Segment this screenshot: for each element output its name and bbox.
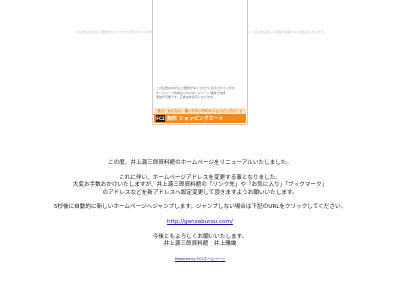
ad-text: この広告は90日以上更新がないブログに表示されています。 ホームページ作成ならF… bbox=[156, 86, 248, 100]
fc2-logo-icon: FC2 bbox=[156, 115, 165, 122]
main-content: この度、井上源三郎資料館のホームページをリニューアルいたしました。 これに伴い、… bbox=[0, 160, 400, 263]
request-text-cont: のアドレスなどを新アドレスへ設定変更して頂きますようお願いいたします。 bbox=[102, 189, 298, 196]
signature: 井上源三郎資料館 井上雅雄 bbox=[163, 241, 237, 248]
page: この広告は90日以上更新がないブログに表示されています。ホームページ作成ならFC… bbox=[0, 0, 400, 300]
powered-by-link[interactable]: Powered by FC2ホームページ bbox=[175, 256, 225, 264]
ad-banner-title: 無料 ショッピングカート bbox=[167, 116, 224, 122]
ad-text-line: この広告は90日以上更新がないブログに表示されています。 bbox=[156, 86, 238, 90]
ad-text-line: 運営が可能です。広告は非表示になります。 bbox=[156, 95, 216, 99]
ad-box[interactable]: この広告は90日以上更新がないブログに表示されています。 ホームページ作成ならF… bbox=[152, 0, 248, 125]
ad-banner[interactable]: 安心・かんたん・使いやすいPRO＊ショッピングカート FC2 無料 ショッピング… bbox=[154, 108, 246, 123]
redirect-notice: 5秒後に自動的に新しいホームページへジャンプします。ジャンプしない場合は下記のU… bbox=[53, 204, 347, 211]
new-site-link[interactable]: http://genzaburou.com/ bbox=[167, 219, 233, 225]
renewal-announcement: この度、井上源三郎資料館のホームページをリニューアルいたしました。 bbox=[107, 160, 293, 166]
ad-banner-main[interactable]: FC2 無料 ショッピングカート bbox=[154, 114, 246, 123]
request-text: 大変お手数おかけいたしますが、井上源三郎資料館の「リンク先」や「お気に入り」「ブ… bbox=[72, 182, 328, 189]
